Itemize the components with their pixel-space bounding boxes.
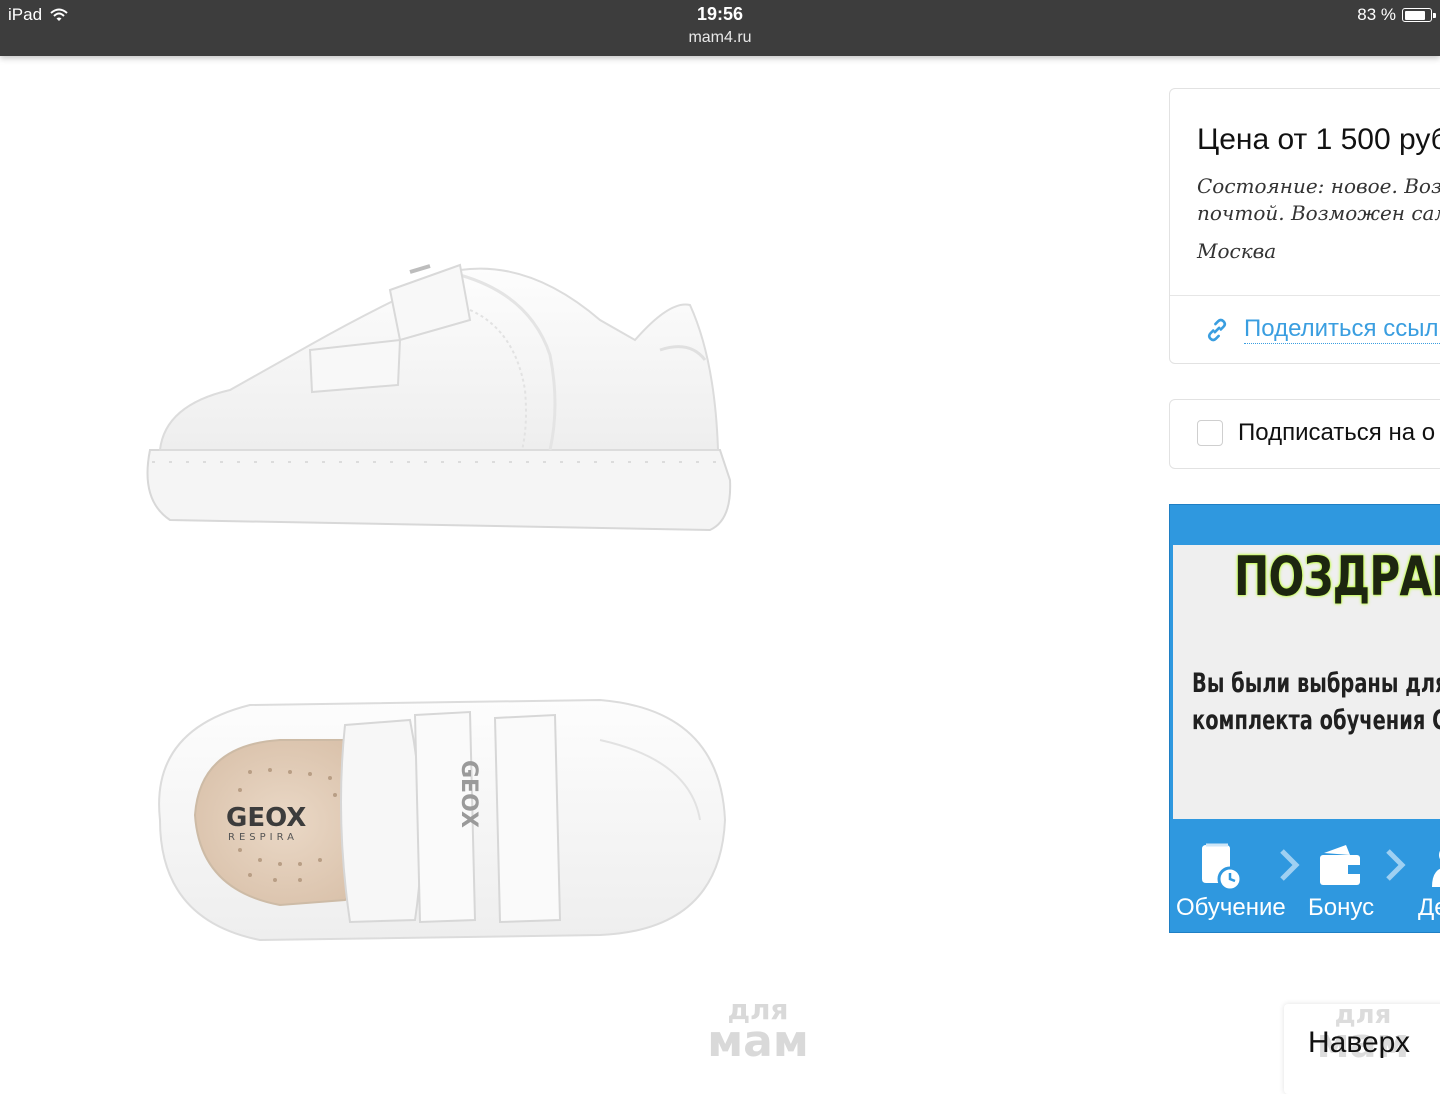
item-condition: Состояние: новое. Возм почтой. Возможен … — [1197, 173, 1440, 227]
price-title: Цена от 1 500 руб — [1197, 123, 1440, 156]
back-to-top-label[interactable]: Наверх — [1308, 1026, 1410, 1060]
address-bar-url[interactable]: mam4.ru — [0, 29, 1440, 47]
banner-step-label: Бонус — [1308, 894, 1375, 921]
banner-headline: ПОЗДРАВЛЯЕМ — [1234, 545, 1440, 608]
divider — [1170, 295, 1440, 296]
price-card: Цена от 1 500 руб Состояние: новое. Возм… — [1169, 88, 1440, 364]
battery-level — [1404, 10, 1426, 20]
subscribe-card[interactable]: Подписаться на о — [1169, 399, 1440, 469]
shoe-top-view: GEOX RESPIRA GEOX — [158, 698, 727, 942]
share-link-button[interactable]: Поделиться ссылкой — [1204, 315, 1440, 344]
banner-text: Вы были выбраны для комплекта обучения С — [1192, 665, 1440, 739]
person-icon — [1432, 850, 1440, 887]
item-city: Москва — [1197, 239, 1277, 263]
chevron-right-icon — [1280, 849, 1300, 881]
status-bar: iPad 19:56 mam4.ru 83 % — [0, 0, 1440, 56]
chevron-right-icon — [1386, 849, 1406, 881]
subscribe-checkbox[interactable] — [1197, 420, 1223, 446]
back-to-top-button[interactable]: для мам Наверх — [1284, 1002, 1440, 1094]
product-photo[interactable]: GEOX RESPIRA GEOX — [130, 200, 770, 970]
banner-text-line2: комплекта обучения С — [1192, 705, 1440, 736]
banner-step-label: Де — [1418, 894, 1440, 921]
ad-banner[interactable]: ПОЗДРАВЛЯЕМ Вы были выбраны для комплект… — [1169, 504, 1440, 933]
item-condition-line2: почтой. Возможен сам — [1197, 201, 1440, 225]
status-right: 83 % — [1357, 5, 1436, 25]
banner-step-label: Обучение — [1176, 894, 1286, 921]
clock: 19:56 — [696, 4, 744, 24]
banner-steps: Обучение Бонус Де — [1170, 839, 1440, 932]
battery-icon — [1402, 8, 1436, 22]
banner-text-line1: Вы были выбраны для — [1192, 668, 1440, 699]
share-link-label[interactable]: Поделиться ссылкой — [1244, 315, 1440, 344]
document-clock-icon — [1202, 843, 1242, 891]
site-watermark: для мам — [696, 996, 820, 1064]
insole-brand-label: GEOX — [226, 803, 306, 833]
insole-brand-sub: RESPIRA — [228, 832, 298, 843]
shoe-side-view — [146, 263, 732, 532]
link-icon — [1207, 318, 1227, 341]
watermark-line2: мам — [707, 1016, 809, 1067]
battery-percent: 83 % — [1357, 5, 1396, 24]
strap-brand-label: GEOX — [456, 760, 481, 828]
wallet-icon — [1320, 845, 1360, 885]
item-condition-line1: Состояние: новое. Возм — [1197, 174, 1440, 198]
subscribe-label[interactable]: Подписаться на о — [1238, 419, 1435, 447]
